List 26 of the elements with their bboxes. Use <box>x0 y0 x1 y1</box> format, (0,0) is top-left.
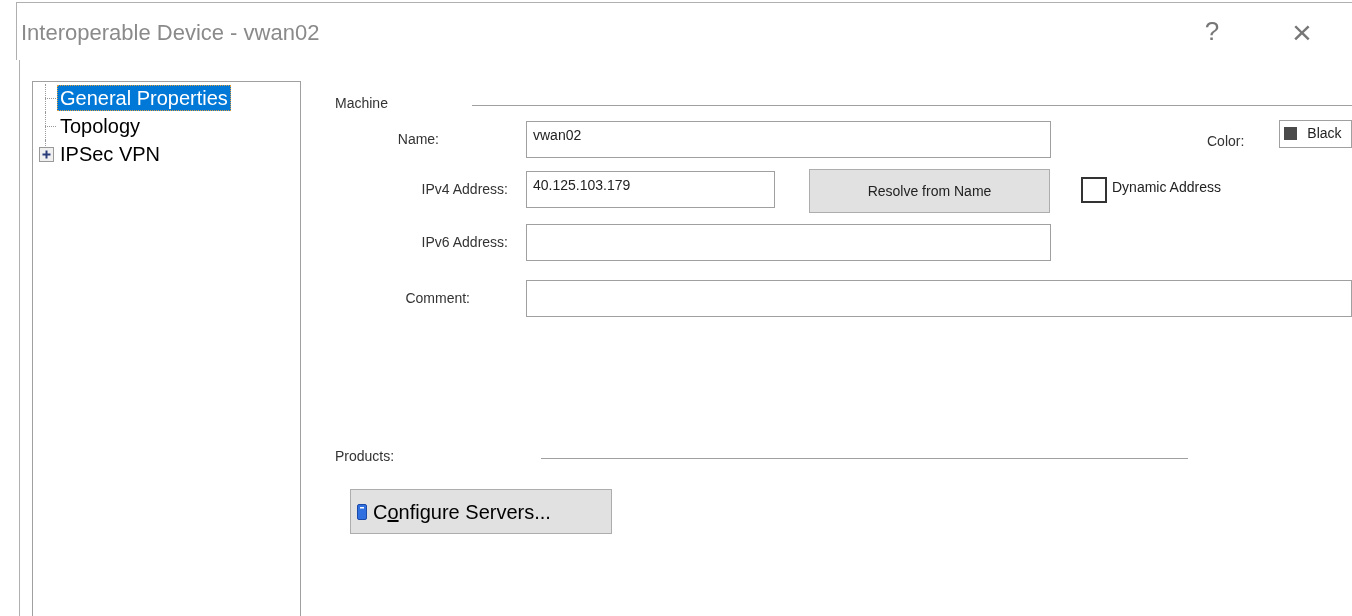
color-dropdown[interactable]: Black <box>1279 119 1352 148</box>
tree-item[interactable]: General Properties <box>57 85 231 111</box>
expand-icon[interactable] <box>39 147 54 162</box>
text-field[interactable]: 40.125.103.179 <box>526 171 775 208</box>
configure-servers-button[interactable]: Configure Servers... <box>350 489 612 534</box>
color-swatch-icon <box>1284 127 1298 140</box>
dropdown-value: Black <box>1307 124 1342 143</box>
field-label: IPv4 Address: <box>420 180 508 199</box>
field-label: Name: <box>396 130 439 149</box>
document-icon <box>357 503 367 520</box>
checkbox[interactable] <box>1081 176 1107 203</box>
tree-item[interactable]: IPSec VPN <box>57 141 164 167</box>
help-button[interactable]: ? <box>1192 12 1232 51</box>
section-heading: Products: <box>335 446 396 466</box>
text-field[interactable] <box>526 280 1352 317</box>
field-label: IPv6 Address: <box>420 233 508 252</box>
checkbox-label: Dynamic Address <box>1112 178 1221 197</box>
section-heading: Machine <box>335 93 389 113</box>
field-label: Comment: <box>404 289 470 308</box>
resolve-button[interactable]: Resolve from Name <box>809 169 1050 213</box>
text-field[interactable]: vwan02 <box>526 121 1051 158</box>
tree-item[interactable]: Topology <box>57 113 144 139</box>
window-title: Interoperable Device - vwan02 <box>21 19 320 47</box>
text-field[interactable] <box>526 224 1051 261</box>
close-button[interactable]: × <box>1282 14 1322 49</box>
field-label: Color: <box>1207 132 1245 151</box>
